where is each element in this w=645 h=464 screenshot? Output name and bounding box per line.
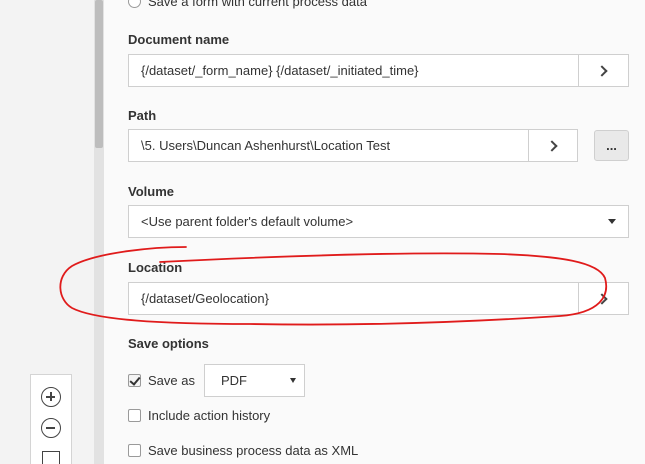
location-label: Location <box>128 260 183 275</box>
include-action-history-checkbox[interactable] <box>128 409 141 422</box>
location-input[interactable]: {/dataset/Geolocation} <box>128 282 579 315</box>
fit-to-screen-icon[interactable] <box>42 451 60 464</box>
zoom-controls <box>30 374 72 464</box>
document-name-expression-button[interactable] <box>578 54 629 87</box>
chevron-right-icon <box>596 64 608 77</box>
browse-path-button[interactable]: ... <box>594 130 629 161</box>
save-as-checkbox[interactable] <box>128 374 141 387</box>
include-action-history-option[interactable]: Include action history <box>128 408 270 423</box>
chevron-right-icon <box>596 292 608 305</box>
save-bp-xml-checkbox[interactable] <box>128 444 141 457</box>
location-expression-button[interactable] <box>578 282 629 315</box>
scrollbar-thumb[interactable] <box>95 0 103 148</box>
path-input[interactable]: \5. Users\Duncan Ashenhurst\Location Tes… <box>128 129 529 162</box>
chevron-right-icon <box>545 139 558 152</box>
zoom-out-icon[interactable] <box>41 418 61 438</box>
save-format-value: PDF <box>221 373 247 388</box>
save-bp-xml-label: Save business process data as XML <box>148 443 359 458</box>
zoom-in-icon[interactable] <box>41 387 61 407</box>
document-name-input[interactable]: {/dataset/_form_name} {/dataset/_initiat… <box>128 54 579 87</box>
save-form-option[interactable]: Save a form with current process data <box>128 0 367 9</box>
chevron-down-icon <box>608 219 616 224</box>
volume-select[interactable]: <Use parent folder's default volume> <box>128 205 629 238</box>
save-bp-xml-option[interactable]: Save business process data as XML <box>128 443 358 458</box>
document-name-label: Document name <box>128 32 230 47</box>
path-label: Path <box>128 108 157 123</box>
save-as-label: Save as <box>148 373 195 388</box>
save-as-option[interactable]: Save as <box>128 373 195 388</box>
include-action-history-label: Include action history <box>148 408 271 423</box>
save-form-radio[interactable] <box>128 0 141 8</box>
chevron-down-icon <box>290 378 296 383</box>
volume-label: Volume <box>128 184 174 199</box>
path-expression-button[interactable] <box>528 129 578 162</box>
save-form-option-label: Save a form with current process data <box>148 0 367 9</box>
save-options-label: Save options <box>128 336 209 351</box>
